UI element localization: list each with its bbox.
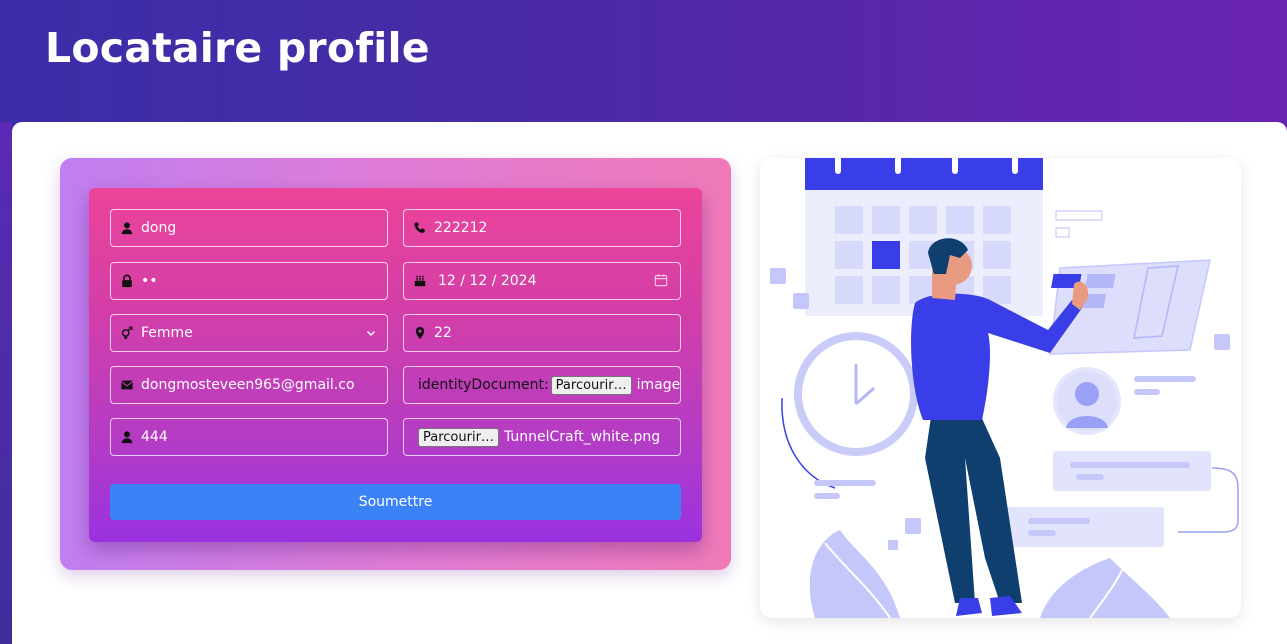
page-title: Locataire profile: [45, 24, 430, 72]
user-icon: [119, 220, 135, 236]
envelope-icon: [119, 377, 135, 393]
submit-button[interactable]: Soumettre: [110, 484, 681, 520]
photo-browse-button[interactable]: Parcourir…: [418, 427, 499, 447]
birthdate-value: 12 / 12 / 2024: [438, 273, 537, 289]
gender-value: Femme: [141, 325, 193, 341]
password-field[interactable]: ••: [110, 262, 388, 300]
phone-field[interactable]: 222212: [403, 209, 681, 247]
extra-field[interactable]: 444: [110, 418, 388, 456]
calendar-picker-icon[interactable]: [654, 273, 668, 287]
username-field[interactable]: dong: [110, 209, 388, 247]
illustration-card: [760, 158, 1241, 618]
username-value: dong: [141, 220, 177, 236]
identity-document-field[interactable]: identityDocument: Parcourir… image_un_ta…: [403, 366, 681, 404]
user-icon: [119, 429, 135, 445]
left-strip: [0, 122, 12, 644]
identity-file-name: image_un_taxi_e: [636, 377, 680, 393]
password-value: ••: [141, 273, 158, 289]
identity-document-label: identityDocument:: [418, 377, 549, 393]
photo-file-name: TunnelCraft_white.png: [503, 429, 661, 445]
photo-file-field[interactable]: Parcourir… TunnelCraft_white.png: [403, 418, 681, 456]
address-field[interactable]: 22: [403, 314, 681, 352]
phone-value: 222212: [434, 220, 488, 236]
gender-icon: [119, 325, 135, 341]
email-field[interactable]: dongmosteveen965@gmail.co: [110, 366, 388, 404]
lock-icon: [119, 273, 135, 289]
gender-select[interactable]: Femme: [110, 314, 388, 352]
map-pin-icon: [412, 325, 428, 341]
chevron-down-icon: [367, 331, 375, 336]
phone-icon: [412, 220, 428, 236]
address-value: 22: [434, 325, 452, 341]
extra-field-value: 444: [141, 429, 168, 445]
cake-icon: [412, 273, 428, 289]
identity-browse-button[interactable]: Parcourir…: [550, 375, 632, 395]
page-header: Locataire profile: [0, 0, 1287, 122]
birthdate-field[interactable]: 12 / 12 / 2024: [403, 262, 681, 300]
email-value: dongmosteveen965@gmail.co: [141, 377, 355, 393]
scheduling-illustration: [770, 158, 1239, 618]
